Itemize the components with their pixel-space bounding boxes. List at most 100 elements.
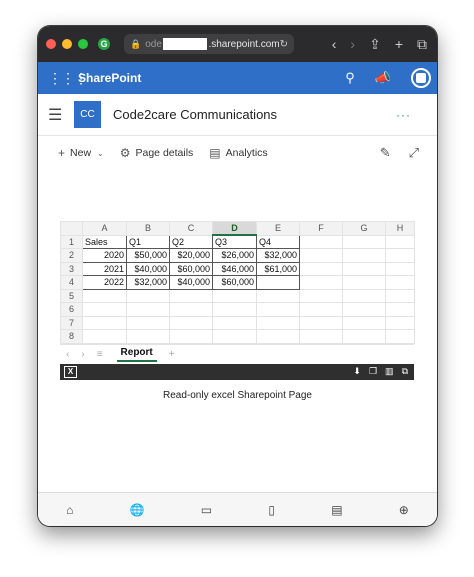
row-header[interactable]: 4 (60, 275, 83, 290)
table-cell[interactable] (256, 275, 300, 290)
table-cell[interactable] (82, 329, 127, 344)
address-bar[interactable]: 🔒 ode .sharepoint.com ↻ (124, 34, 294, 54)
select-all-corner[interactable] (60, 221, 83, 236)
table-cell[interactable] (385, 261, 415, 276)
analytics-button[interactable]: ▤ Analytics (209, 146, 267, 160)
table-cell[interactable] (385, 302, 415, 317)
table-cell[interactable] (256, 302, 300, 317)
table-cell[interactable] (169, 302, 213, 317)
share-icon[interactable]: ⇪ (369, 36, 381, 53)
column-header[interactable]: E (256, 221, 300, 236)
row-header[interactable]: 5 (60, 288, 83, 303)
table-cell[interactable] (256, 288, 300, 303)
minimize-window-button[interactable] (62, 39, 72, 49)
row-header[interactable]: 3 (60, 261, 83, 276)
table-cell[interactable] (299, 248, 343, 263)
table-cell[interactable]: $20,000 (169, 248, 213, 263)
column-header[interactable]: H (385, 221, 415, 236)
download-icon[interactable]: ⬇ (353, 366, 361, 377)
table-cell[interactable] (299, 315, 343, 330)
table-cell[interactable] (82, 302, 127, 317)
table-cell[interactable] (385, 248, 415, 263)
column-header[interactable]: D (212, 221, 257, 236)
row-header[interactable]: 7 (60, 315, 83, 330)
table-cell[interactable] (299, 234, 343, 249)
table-cell[interactable]: $32,000 (126, 275, 170, 290)
table-cell[interactable]: $40,000 (169, 275, 213, 290)
reading-view-icon[interactable]: ▥ (385, 366, 394, 377)
table-cell[interactable]: $32,000 (256, 248, 300, 263)
new-tab-icon[interactable]: + (395, 36, 403, 52)
column-header[interactable]: A (82, 221, 127, 236)
expand-icon[interactable]: ⤢ (409, 145, 419, 161)
search-icon[interactable]: ⚲ (345, 70, 355, 86)
table-cell[interactable]: Q2 (169, 234, 213, 249)
row-header[interactable]: 2 (60, 248, 83, 263)
document-icon[interactable]: ▯ (268, 503, 275, 517)
table-cell[interactable]: 2020 (82, 248, 127, 263)
page-details-button[interactable]: ⚙ Page details (120, 146, 194, 160)
row-header[interactable]: 8 (60, 329, 83, 344)
table-cell[interactable] (212, 315, 257, 330)
table-cell[interactable]: Q1 (126, 234, 170, 249)
table-cell[interactable] (385, 315, 415, 330)
table-cell[interactable]: $46,000 (212, 261, 257, 276)
zoom-window-button[interactable] (78, 39, 88, 49)
megaphone-icon[interactable]: 📣 (375, 70, 391, 86)
table-cell[interactable] (342, 288, 386, 303)
table-cell[interactable] (299, 261, 343, 276)
table-cell[interactable] (126, 302, 170, 317)
table-cell[interactable] (256, 329, 300, 344)
close-window-button[interactable] (46, 39, 56, 49)
home-icon[interactable]: ⌂ (66, 503, 73, 517)
column-header[interactable]: F (299, 221, 343, 236)
grammarly-extension-icon[interactable]: G (98, 38, 110, 50)
site-logo[interactable]: CC (74, 101, 101, 128)
table-cell[interactable] (256, 315, 300, 330)
table-cell[interactable]: 2021 (82, 261, 127, 276)
more-options-icon[interactable]: ··· (396, 108, 411, 122)
next-sheet-icon[interactable]: › (81, 349, 84, 360)
table-cell[interactable] (299, 288, 343, 303)
column-header[interactable]: B (126, 221, 170, 236)
table-cell[interactable] (342, 248, 386, 263)
add-icon[interactable]: ⊕ (399, 503, 409, 517)
column-header[interactable]: G (342, 221, 386, 236)
globe-icon[interactable]: 🌐 (130, 503, 145, 517)
edit-pencil-icon[interactable]: ✎ (380, 145, 391, 161)
back-icon[interactable]: ‹ (332, 36, 337, 52)
reload-icon[interactable]: ↻ (280, 39, 288, 50)
table-cell[interactable] (385, 234, 415, 249)
table-cell[interactable] (385, 329, 415, 344)
table-cell[interactable] (126, 315, 170, 330)
table-cell[interactable] (169, 315, 213, 330)
app-launcher-icon[interactable]: ⋮⋮⋮ (48, 70, 88, 87)
tab-report[interactable]: Report (116, 347, 157, 362)
table-cell[interactable] (212, 302, 257, 317)
table-cell[interactable] (169, 329, 213, 344)
new-button[interactable]: + New ⌄ (58, 146, 104, 160)
column-header[interactable]: C (169, 221, 213, 236)
excel-logo-icon[interactable]: X (64, 365, 77, 378)
table-cell[interactable] (299, 329, 343, 344)
table-cell[interactable]: 2022 (82, 275, 127, 290)
table-cell[interactable]: Q3 (212, 234, 257, 249)
popout-icon[interactable]: ⧉ (402, 366, 408, 377)
tabs-overview-icon[interactable]: ⧉ (417, 36, 427, 53)
table-cell[interactable]: $61,000 (256, 261, 300, 276)
menu-icon[interactable]: ☰ (48, 105, 70, 125)
news-icon[interactable]: ▭ (201, 503, 212, 517)
table-cell[interactable] (385, 288, 415, 303)
table-cell[interactable] (299, 302, 343, 317)
list-icon[interactable]: ▤ (331, 503, 342, 517)
table-cell[interactable] (212, 329, 257, 344)
table-cell[interactable]: Sales (82, 234, 127, 249)
table-cell[interactable]: $50,000 (126, 248, 170, 263)
table-cell[interactable] (342, 275, 386, 290)
row-header[interactable]: 1 (60, 234, 83, 249)
table-cell[interactable] (342, 302, 386, 317)
table-cell[interactable] (126, 329, 170, 344)
table-cell[interactable] (342, 234, 386, 249)
table-cell[interactable] (126, 288, 170, 303)
prev-sheet-icon[interactable]: ‹ (66, 349, 69, 360)
